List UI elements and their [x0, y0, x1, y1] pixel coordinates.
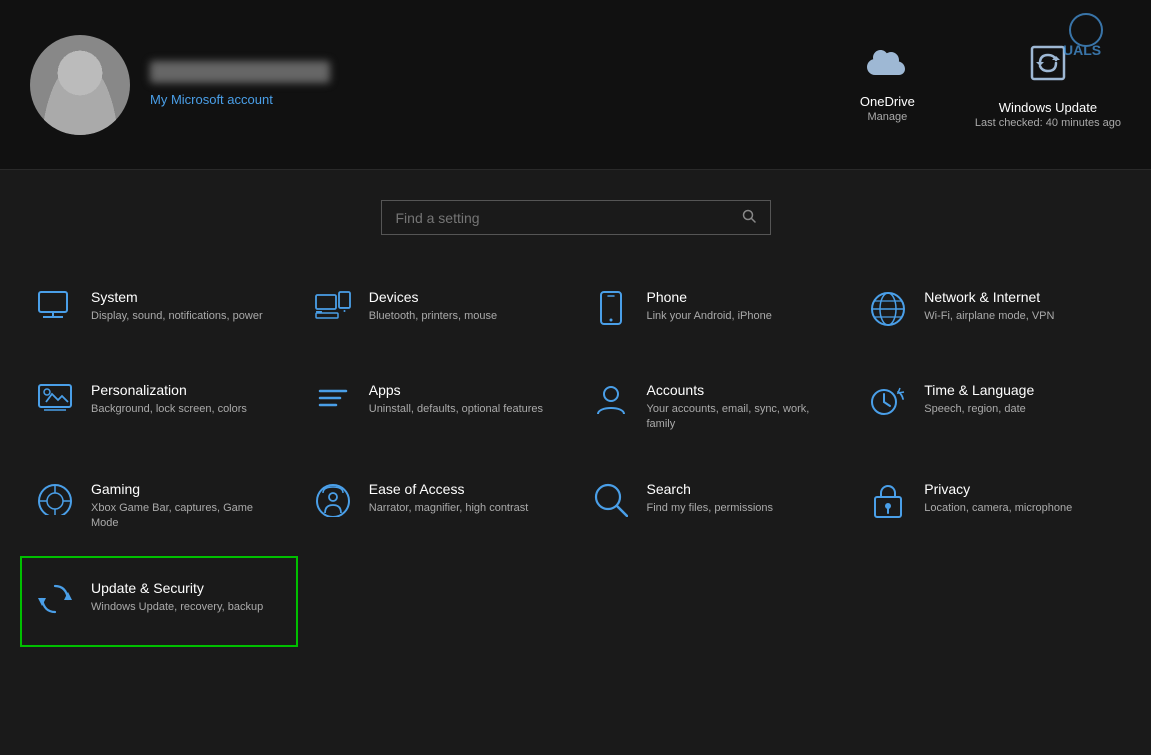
privacy-icon [870, 483, 906, 526]
settings-item-devices[interactable]: Devices Bluetooth, printers, mouse [298, 265, 576, 358]
settings-item-search[interactable]: Search Find my files, permissions [576, 457, 854, 556]
settings-subtitle-system: Display, sound, notifications, power [91, 309, 263, 324]
search-bar [381, 200, 771, 235]
settings-text-personalization: Personalization Background, lock screen, … [91, 382, 247, 417]
personalization-icon [37, 384, 73, 419]
system-icon [37, 291, 73, 326]
time-icon [870, 384, 906, 425]
settings-item-phone[interactable]: Phone Link your Android, iPhone [576, 265, 854, 358]
update-icon [37, 582, 73, 623]
settings-text-time: Time & Language Speech, region, date [924, 382, 1034, 417]
settings-subtitle-privacy: Location, camera, microphone [924, 501, 1072, 516]
windows-update-sub: Last checked: 40 minutes ago [975, 117, 1121, 129]
settings-subtitle-personalization: Background, lock screen, colors [91, 402, 247, 417]
settings-item-system[interactable]: System Display, sound, notifications, pow… [20, 265, 298, 358]
onedrive-title: OneDrive [860, 94, 915, 109]
settings-subtitle-update: Windows Update, recovery, backup [91, 600, 263, 615]
settings-item-apps[interactable]: Apps Uninstall, defaults, optional featur… [298, 358, 576, 457]
settings-title-gaming: Gaming [91, 481, 281, 497]
settings-title-personalization: Personalization [91, 382, 247, 398]
onedrive-item[interactable]: OneDrive Manage [860, 46, 915, 123]
avatar-image [30, 35, 130, 135]
search-icon [593, 483, 629, 524]
settings-item-network[interactable]: Network & Internet Wi-Fi, airplane mode, … [853, 265, 1131, 358]
settings-item-accounts[interactable]: Accounts Your accounts, email, sync, work… [576, 358, 854, 457]
settings-subtitle-accounts: Your accounts, email, sync, work, family [647, 402, 837, 433]
apps-icon [315, 384, 351, 419]
ease-icon [315, 483, 351, 524]
settings-item-gaming[interactable]: Gaming Xbox Game Bar, captures, Game Mode [20, 457, 298, 556]
settings-subtitle-time: Speech, region, date [924, 402, 1034, 417]
settings-title-update: Update & Security [91, 580, 263, 596]
settings-text-apps: Apps Uninstall, defaults, optional featur… [369, 382, 543, 417]
settings-text-system: System Display, sound, notifications, pow… [91, 289, 263, 324]
settings-text-ease: Ease of Access Narrator, magnifier, high … [369, 481, 529, 516]
header: My Microsoft account OneDrive Manage [0, 0, 1151, 170]
settings-text-devices: Devices Bluetooth, printers, mouse [369, 289, 497, 324]
settings-title-phone: Phone [647, 289, 772, 305]
onedrive-icon [863, 46, 911, 88]
search-section [0, 170, 1151, 255]
svg-text:UALS: UALS [1063, 42, 1101, 58]
account-name-blurred [150, 61, 330, 83]
ms-account-link[interactable]: My Microsoft account [150, 92, 273, 107]
settings-title-accounts: Accounts [647, 382, 837, 398]
phone-icon [593, 291, 629, 332]
settings-text-phone: Phone Link your Android, iPhone [647, 289, 772, 324]
accounts-icon [593, 384, 629, 423]
search-input[interactable] [396, 210, 742, 226]
settings-subtitle-apps: Uninstall, defaults, optional features [369, 402, 543, 417]
settings-title-search: Search [647, 481, 774, 497]
settings-subtitle-phone: Link your Android, iPhone [647, 309, 772, 324]
settings-item-ease[interactable]: Ease of Access Narrator, magnifier, high … [298, 457, 576, 556]
settings-title-apps: Apps [369, 382, 543, 398]
settings-title-ease: Ease of Access [369, 481, 529, 497]
settings-item-update[interactable]: Update & Security Windows Update, recover… [20, 556, 298, 647]
settings-title-system: System [91, 289, 263, 305]
settings-text-accounts: Accounts Your accounts, email, sync, work… [647, 382, 837, 433]
settings-text-gaming: Gaming Xbox Game Bar, captures, Game Mode [91, 481, 281, 532]
settings-title-devices: Devices [369, 289, 497, 305]
account-info: My Microsoft account [150, 61, 860, 109]
onedrive-sub: Manage [868, 111, 908, 123]
settings-subtitle-devices: Bluetooth, printers, mouse [369, 309, 497, 324]
settings-subtitle-gaming: Xbox Game Bar, captures, Game Mode [91, 501, 281, 532]
settings-item-personalization[interactable]: Personalization Background, lock screen, … [20, 358, 298, 457]
windows-update-title: Windows Update [999, 100, 1097, 115]
settings-item-privacy[interactable]: Privacy Location, camera, microphone [853, 457, 1131, 556]
gaming-icon [37, 483, 73, 522]
settings-subtitle-ease: Narrator, magnifier, high contrast [369, 501, 529, 516]
settings-subtitle-network: Wi-Fi, airplane mode, VPN [924, 309, 1054, 324]
settings-item-time[interactable]: Time & Language Speech, region, date [853, 358, 1131, 457]
settings-title-privacy: Privacy [924, 481, 1072, 497]
watermark: UALS [1061, 10, 1141, 65]
settings-title-network: Network & Internet [924, 289, 1054, 305]
avatar [30, 35, 130, 135]
settings-grid: System Display, sound, notifications, pow… [0, 255, 1151, 647]
search-icon-button[interactable] [742, 209, 756, 226]
settings-subtitle-search: Find my files, permissions [647, 501, 774, 516]
network-icon [870, 291, 906, 334]
settings-text-update: Update & Security Windows Update, recover… [91, 580, 263, 615]
devices-icon [315, 291, 351, 326]
settings-text-privacy: Privacy Location, camera, microphone [924, 481, 1072, 516]
settings-text-network: Network & Internet Wi-Fi, airplane mode, … [924, 289, 1054, 324]
settings-text-search: Search Find my files, permissions [647, 481, 774, 516]
settings-title-time: Time & Language [924, 382, 1034, 398]
